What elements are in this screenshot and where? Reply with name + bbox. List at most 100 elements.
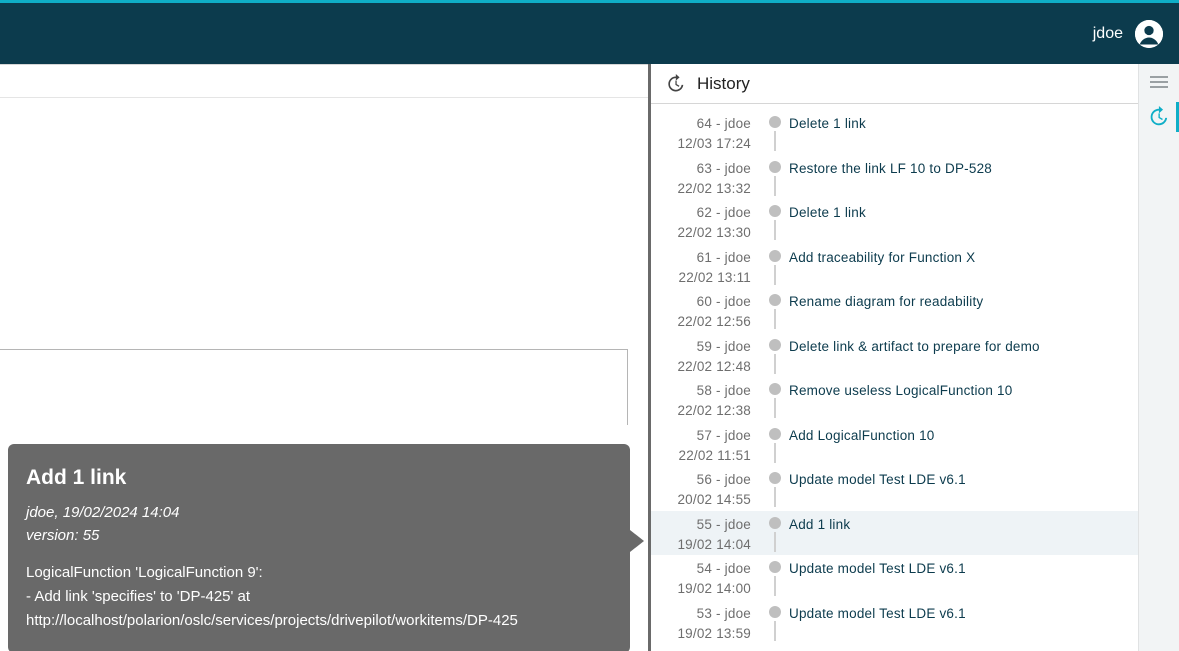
timeline-dot-icon <box>769 250 781 262</box>
history-timeline <box>761 422 789 463</box>
history-item-message: Rename diagram for readability <box>789 288 1138 312</box>
timeline-dot-icon <box>769 161 781 173</box>
history-tooltip: Add 1 link jdoe, 19/02/2024 14:04 versio… <box>8 444 630 651</box>
history-panel: History 64 - jdoe12/03 17:24 Delete 1 lin… <box>648 64 1138 651</box>
history-item-id: 61 - jdoe <box>651 248 751 268</box>
tooltip-title: Add 1 link <box>26 462 612 495</box>
history-list: 64 - jdoe12/03 17:24Delete 1 link63 - jd… <box>651 104 1138 651</box>
history-item-message: Add traceability for Function X <box>789 244 1138 268</box>
history-timeline <box>761 466 789 507</box>
history-item-message: Update model Test LDE v6.1 <box>789 555 1138 579</box>
history-item-id: 55 - jdoe <box>651 515 751 535</box>
timeline-line <box>774 532 776 552</box>
tooltip-body: LogicalFunction 'LogicalFunction 9': - A… <box>26 561 612 633</box>
history-item-id: 63 - jdoe <box>651 159 751 179</box>
history-item-date: 19/02 14:04 <box>651 535 751 555</box>
history-item-id: 58 - jdoe <box>651 381 751 401</box>
history-timeline <box>761 155 789 196</box>
diagram-canvas[interactable] <box>0 349 628 425</box>
history-item[interactable]: 59 - jdoe22/02 12:48 Delete link & artifa… <box>651 333 1138 378</box>
history-item[interactable]: 61 - jdoe22/02 13:11 Add traceability for… <box>651 244 1138 289</box>
history-title: History <box>697 74 750 94</box>
timeline-line <box>774 621 776 641</box>
history-item[interactable]: 57 - jdoe22/02 11:51 Add LogicalFunction … <box>651 422 1138 467</box>
history-item-date: 20/02 14:55 <box>651 490 751 510</box>
history-item-id: 54 - jdoe <box>651 559 751 579</box>
history-item[interactable]: 53 - jdoe19/02 13:59Update model Test LD… <box>651 600 1138 645</box>
history-item-date: 22/02 13:30 <box>651 223 751 243</box>
timeline-line <box>774 354 776 374</box>
history-item-date: 22/02 13:32 <box>651 179 751 199</box>
history-item-meta: 63 - jdoe22/02 13:32 <box>651 155 761 200</box>
timeline-dot-icon <box>769 606 781 618</box>
history-icon <box>665 74 685 94</box>
history-item-message: Delete link & artifact to prepare for de… <box>789 333 1138 357</box>
history-timeline <box>761 600 789 641</box>
history-item-id: 56 - jdoe <box>651 470 751 490</box>
tooltip-body-line: - Add link 'specifies' to 'DP-425' at ht… <box>26 585 612 633</box>
history-timeline <box>761 377 789 418</box>
history-item-date: 22/02 12:56 <box>651 312 751 332</box>
tooltip-body-line: LogicalFunction 'LogicalFunction 9': <box>26 561 612 585</box>
timeline-dot-icon <box>769 472 781 484</box>
history-item-id: 64 - jdoe <box>651 114 751 134</box>
history-timeline <box>761 110 789 151</box>
user-icon <box>1135 20 1163 48</box>
history-item[interactable]: 60 - jdoe22/02 12:56 Rename diagram for r… <box>651 288 1138 333</box>
timeline-line <box>774 443 776 463</box>
history-timeline <box>761 555 789 596</box>
menu-icon[interactable] <box>1150 76 1168 88</box>
history-item[interactable]: 62 - jdoe22/02 13:30 Delete 1 link <box>651 199 1138 244</box>
history-timeline <box>761 244 789 285</box>
timeline-line <box>774 265 776 285</box>
history-item-date: 22/02 13:11 <box>651 268 751 288</box>
history-item[interactable]: 58 - jdoe22/02 12:38Remove useless Logic… <box>651 377 1138 422</box>
timeline-dot-icon <box>769 294 781 306</box>
history-item-meta: 57 - jdoe22/02 11:51 <box>651 422 761 467</box>
topbar: jdoe <box>0 3 1179 64</box>
tooltip-subtitle: jdoe, 19/02/2024 14:04 <box>26 501 612 524</box>
history-toggle-button[interactable] <box>1139 102 1179 132</box>
history-item-meta: 58 - jdoe22/02 12:38 <box>651 377 761 422</box>
history-item-meta: 64 - jdoe12/03 17:24 <box>651 110 761 155</box>
username-label: jdoe <box>1093 25 1123 43</box>
tooltip-version: version: 55 <box>26 524 612 547</box>
user-avatar[interactable] <box>1135 20 1163 48</box>
history-item-meta: 53 - jdoe19/02 13:59 <box>651 600 761 645</box>
history-item-message: Delete 1 link <box>789 110 1138 134</box>
history-item-date: 22/02 11:51 <box>651 446 751 466</box>
history-item-message: Delete 1 link <box>789 199 1138 223</box>
history-item[interactable]: 54 - jdoe19/02 14:00 Update model Test LD… <box>651 555 1138 600</box>
timeline-dot-icon <box>769 116 781 128</box>
history-item-id: 60 - jdoe <box>651 292 751 312</box>
history-item-id: 59 - jdoe <box>651 337 751 357</box>
history-item-id: 53 - jdoe <box>651 604 751 624</box>
timeline-line <box>774 176 776 196</box>
history-item-message: Add LogicalFunction 10 <box>789 422 1138 446</box>
history-timeline <box>761 199 789 240</box>
history-timeline <box>761 333 789 374</box>
history-timeline <box>761 511 789 552</box>
history-item-meta: 61 - jdoe22/02 13:11 <box>651 244 761 289</box>
history-item-meta: 60 - jdoe22/02 12:56 <box>651 288 761 333</box>
history-item[interactable]: 56 - jdoe20/02 14:55Update model Test LD… <box>651 466 1138 511</box>
history-item-date: 22/02 12:38 <box>651 401 751 421</box>
timeline-line <box>774 576 776 596</box>
timeline-line <box>774 487 776 507</box>
history-item-meta: 56 - jdoe20/02 14:55 <box>651 466 761 511</box>
history-item-date: 12/03 17:24 <box>651 134 751 154</box>
history-header: History <box>651 64 1138 104</box>
history-item-id: 62 - jdoe <box>651 203 751 223</box>
history-item-date: 19/02 13:59 <box>651 624 751 644</box>
right-rail <box>1138 64 1179 651</box>
history-item-date: 19/02 14:00 <box>651 579 751 599</box>
timeline-dot-icon <box>769 428 781 440</box>
timeline-dot-icon <box>769 383 781 395</box>
history-item[interactable]: 64 - jdoe12/03 17:24 Delete 1 link <box>651 110 1138 155</box>
history-item[interactable]: 63 - jdoe22/02 13:32Restore the link LF … <box>651 155 1138 200</box>
timeline-line <box>774 309 776 329</box>
timeline-dot-icon <box>769 339 781 351</box>
history-item-meta: 59 - jdoe22/02 12:48 <box>651 333 761 378</box>
history-item[interactable]: 55 - jdoe19/02 14:04Add 1 link <box>651 511 1138 556</box>
timeline-dot-icon <box>769 205 781 217</box>
